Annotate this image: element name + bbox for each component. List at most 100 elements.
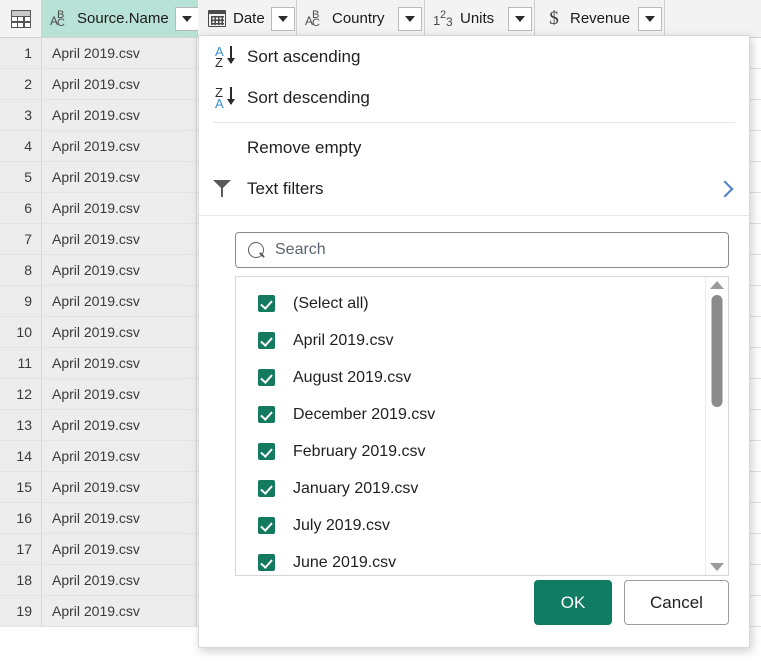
filter-list-item[interactable]: February 2019.csv <box>236 433 705 470</box>
funnel-filter-icon <box>213 180 247 197</box>
cell-source-name[interactable]: April 2019.csv <box>42 410 197 440</box>
checkbox-checked-icon[interactable] <box>258 480 275 497</box>
column-filter-dropdown-country[interactable] <box>398 7 422 31</box>
cell-source-name[interactable]: April 2019.csv <box>42 565 197 595</box>
cell-source-name[interactable]: April 2019.csv <box>42 379 197 409</box>
cell-source-name[interactable]: April 2019.csv <box>42 131 197 161</box>
ok-button[interactable]: OK <box>534 580 612 625</box>
cell-source-name[interactable]: April 2019.csv <box>42 255 197 285</box>
cell-source-name[interactable]: April 2019.csv <box>42 224 197 254</box>
filter-values-list: (Select all) April 2019.csvAugust 2019.cs… <box>235 276 729 576</box>
row-number: 9 <box>0 286 42 316</box>
filter-list-item[interactable]: January 2019.csv <box>236 470 705 507</box>
filter-list-item-label: July 2019.csv <box>293 517 390 535</box>
cell-source-name[interactable]: April 2019.csv <box>42 162 197 192</box>
abc-text-type-icon: ABC <box>305 8 327 30</box>
row-number: 12 <box>0 379 42 409</box>
filter-list-scrollbar[interactable] <box>705 277 728 575</box>
cell-source-name[interactable]: April 2019.csv <box>42 441 197 471</box>
filter-list-item[interactable]: June 2019.csv <box>236 544 705 575</box>
menu-item-sort-ascending[interactable]: AZ Sort ascending <box>199 36 749 77</box>
cell-source-name[interactable]: April 2019.csv <box>42 100 197 130</box>
filter-list-item-label: December 2019.csv <box>293 406 435 424</box>
menu-divider <box>213 122 735 123</box>
scroll-up-arrow-icon[interactable] <box>710 281 724 289</box>
row-number: 11 <box>0 348 42 378</box>
abc-text-type-icon: ABC <box>50 8 72 30</box>
column-header-units[interactable]: 123 Units <box>425 0 535 37</box>
search-container <box>235 232 729 268</box>
filter-list-item-label: January 2019.csv <box>293 480 418 498</box>
cell-source-name[interactable]: April 2019.csv <box>42 472 197 502</box>
scroll-down-arrow-icon[interactable] <box>710 563 724 571</box>
chevron-down-icon <box>515 16 525 22</box>
column-header-label: Revenue <box>570 10 630 27</box>
sort-descending-icon: ZA <box>213 86 247 110</box>
row-number: 1 <box>0 38 42 68</box>
row-number: 6 <box>0 193 42 223</box>
chevron-right-icon <box>717 180 734 197</box>
calendar-date-type-icon <box>206 8 228 30</box>
column-header-source-name[interactable]: ABC Source.Name <box>42 0 198 37</box>
cell-source-name[interactable]: April 2019.csv <box>42 348 197 378</box>
row-number: 5 <box>0 162 42 192</box>
checkbox-checked-icon[interactable] <box>258 332 275 349</box>
filter-list-item[interactable]: April 2019.csv <box>236 322 705 359</box>
row-number: 8 <box>0 255 42 285</box>
cell-source-name[interactable]: April 2019.csv <box>42 69 197 99</box>
filter-list-item-label: June 2019.csv <box>293 554 396 572</box>
cell-source-name[interactable]: April 2019.csv <box>42 596 197 626</box>
search-box[interactable] <box>235 232 729 268</box>
cell-source-name[interactable]: April 2019.csv <box>42 286 197 316</box>
checkbox-checked-icon[interactable] <box>258 517 275 534</box>
filter-list-item[interactable]: July 2019.csv <box>236 507 705 544</box>
column-filter-dropdown-revenue[interactable] <box>638 7 662 31</box>
filter-list-item[interactable]: (Select all) <box>236 285 705 322</box>
scrollbar-track[interactable] <box>706 289 728 563</box>
menu-item-sort-descending[interactable]: ZA Sort descending <box>199 77 749 118</box>
chevron-down-icon <box>405 16 415 22</box>
cell-source-name[interactable]: April 2019.csv <box>42 317 197 347</box>
column-filter-dropdown-units[interactable] <box>508 7 532 31</box>
cell-source-name[interactable]: April 2019.csv <box>42 534 197 564</box>
row-number: 18 <box>0 565 42 595</box>
checkbox-checked-icon[interactable] <box>258 406 275 423</box>
column-filter-dropdown-source-name[interactable] <box>175 7 199 31</box>
row-number: 2 <box>0 69 42 99</box>
cell-source-name[interactable]: April 2019.csv <box>42 38 197 68</box>
filter-list-item[interactable]: December 2019.csv <box>236 396 705 433</box>
column-header-revenue[interactable]: $ Revenue <box>535 0 665 37</box>
column-filter-dropdown-date[interactable] <box>271 7 295 31</box>
cancel-button[interactable]: Cancel <box>624 580 729 625</box>
checkbox-checked-icon[interactable] <box>258 295 275 312</box>
panel-section-divider <box>199 215 749 216</box>
menu-item-text-filters[interactable]: Text filters <box>199 168 749 209</box>
menu-item-remove-empty[interactable]: Remove empty <box>199 127 749 168</box>
currency-type-icon: $ <box>543 8 565 30</box>
checkbox-checked-icon[interactable] <box>258 369 275 386</box>
row-number: 4 <box>0 131 42 161</box>
filter-list-item[interactable]: August 2019.csv <box>236 359 705 396</box>
search-input[interactable] <box>273 240 718 260</box>
chevron-down-icon <box>182 16 192 22</box>
column-header-country[interactable]: ABC Country <box>297 0 425 37</box>
123-number-type-icon: 123 <box>433 8 455 30</box>
checkbox-checked-icon[interactable] <box>258 554 275 571</box>
column-header-label: Date <box>233 10 265 27</box>
cell-source-name[interactable]: April 2019.csv <box>42 193 197 223</box>
column-header-label: Country <box>332 10 385 27</box>
filter-list-item-label: (Select all) <box>293 295 369 313</box>
checkbox-checked-icon[interactable] <box>258 443 275 460</box>
cell-source-name[interactable]: April 2019.csv <box>42 503 197 533</box>
row-number: 19 <box>0 596 42 626</box>
search-icon <box>248 242 264 258</box>
row-number: 17 <box>0 534 42 564</box>
row-number: 10 <box>0 317 42 347</box>
row-number: 13 <box>0 410 42 440</box>
grid-column-headers: ABC Source.Name Date ABC Country 123 Uni… <box>0 0 761 38</box>
column-header-date[interactable]: Date <box>198 0 297 37</box>
column-header-label: Source.Name <box>77 10 169 27</box>
scrollbar-thumb[interactable] <box>712 295 723 407</box>
grid-corner-select-all[interactable] <box>0 0 42 37</box>
panel-footer: OK Cancel <box>199 580 749 647</box>
